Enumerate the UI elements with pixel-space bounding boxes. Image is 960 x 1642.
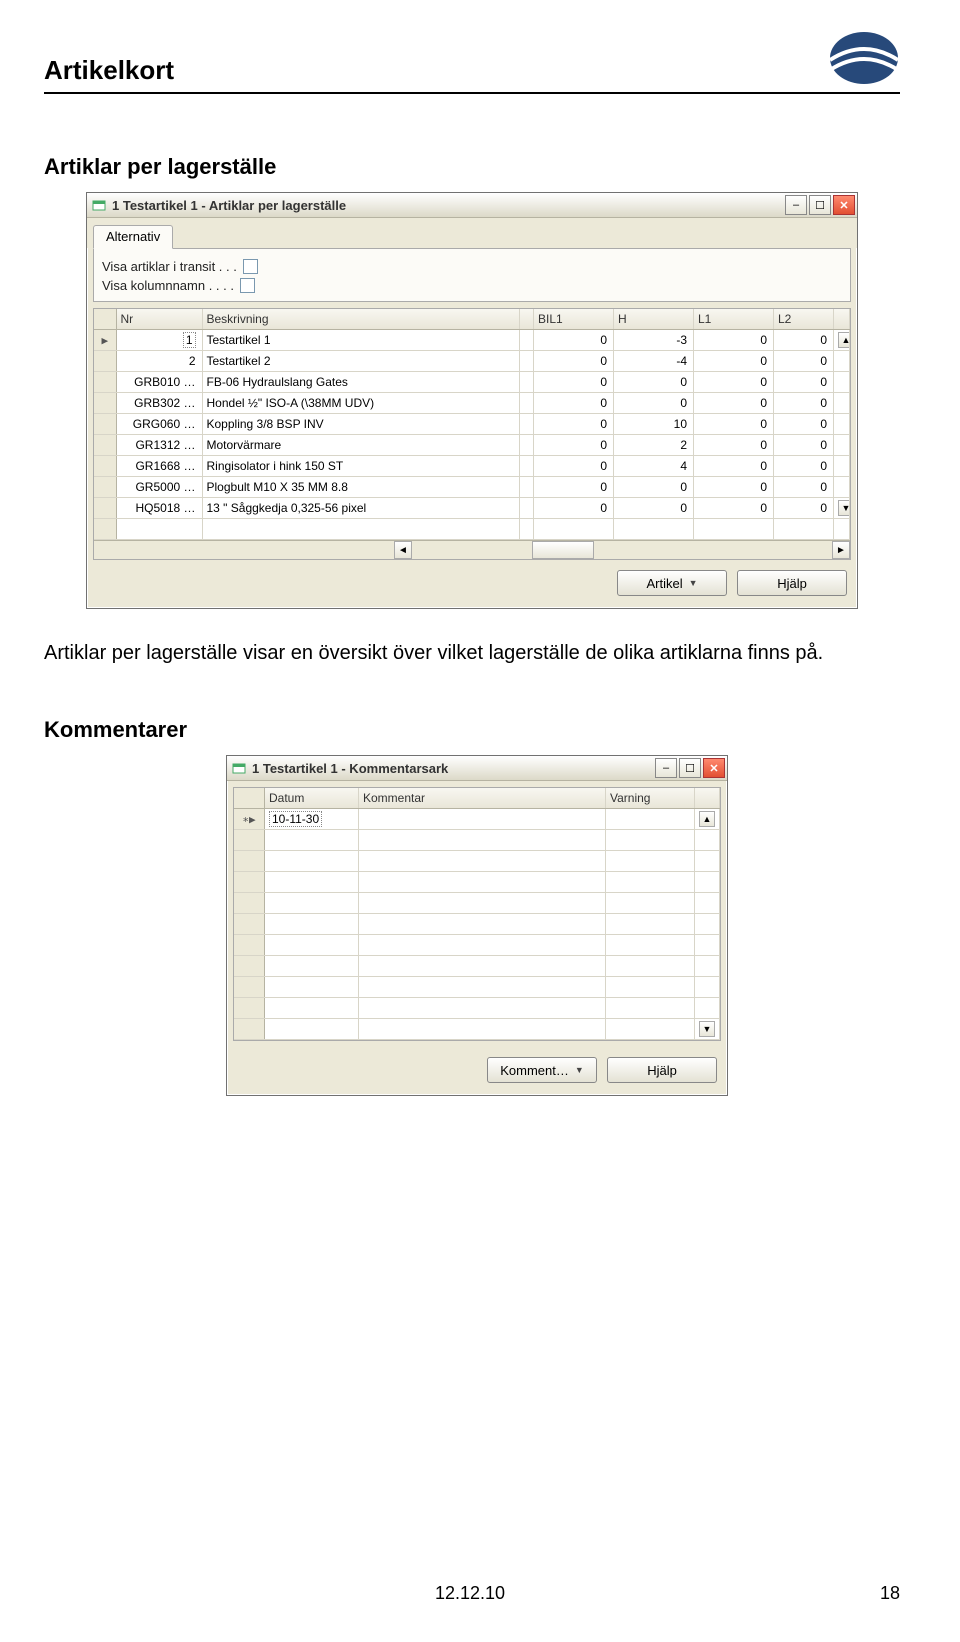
table-row[interactable]: HQ5018 …13 " Såggkedja 0,325-56 pixel000… bbox=[94, 498, 850, 519]
col-beskrivning[interactable]: Beskrivning bbox=[202, 309, 520, 330]
close-button[interactable]: ✕ bbox=[703, 758, 725, 778]
scroll-up-icon[interactable]: ▲ bbox=[699, 811, 715, 827]
scroll-down-icon[interactable]: ▼ bbox=[838, 500, 850, 516]
window-kommentarer: 1 Testartikel 1 - Kommentarsark – ☐ ✕ Da… bbox=[226, 755, 728, 1096]
table-row[interactable]: GRB010 …FB-06 Hydraulslang Gates0000 bbox=[94, 372, 850, 393]
col-datum[interactable]: Datum bbox=[265, 788, 359, 809]
close-button[interactable]: ✕ bbox=[833, 195, 855, 215]
table-row[interactable] bbox=[234, 935, 720, 956]
check-label-kolumnnamn: Visa kolumnnamn . . . . bbox=[102, 278, 234, 293]
table-row[interactable]: 2Testartikel 20-400 bbox=[94, 351, 850, 372]
col-l1[interactable]: L1 bbox=[694, 309, 774, 330]
col-h[interactable]: H bbox=[614, 309, 694, 330]
minimize-button[interactable]: – bbox=[655, 758, 677, 778]
titlebar[interactable]: 1 Testartikel 1 - Kommentarsark – ☐ ✕ bbox=[227, 756, 727, 781]
table-row[interactable] bbox=[234, 956, 720, 977]
titlebar[interactable]: 1 Testartikel 1 - Artiklar per lagerstäl… bbox=[87, 193, 857, 218]
scroll-down-icon[interactable]: ▼ bbox=[699, 1021, 715, 1037]
table-row[interactable] bbox=[234, 914, 720, 935]
table-row[interactable] bbox=[234, 998, 720, 1019]
artiklar-grid[interactable]: Nr Beskrivning BIL1 H L1 L2 ▶1Testartike… bbox=[93, 308, 851, 560]
table-row[interactable]: ▶1Testartikel 10-300▲ bbox=[94, 330, 850, 351]
scroll-up-icon[interactable]: ▲ bbox=[838, 332, 850, 348]
kommentar-grid[interactable]: Datum Kommentar Varning ∗▶10-11-30▲ ▼ bbox=[233, 787, 721, 1041]
table-row[interactable]: GR1312 …Motorvärmare0200 bbox=[94, 435, 850, 456]
body-paragraph: Artiklar per lagerställe visar en översi… bbox=[44, 639, 900, 667]
checkbox-visa-artiklar-transit[interactable] bbox=[243, 259, 258, 274]
footer-date: 12.12.10 bbox=[435, 1583, 505, 1604]
col-kommentar[interactable]: Kommentar bbox=[359, 788, 606, 809]
check-label-transit: Visa artiklar i transit . . . bbox=[102, 259, 237, 274]
table-row[interactable]: ▼ bbox=[234, 1019, 720, 1040]
col-l2[interactable]: L2 bbox=[774, 309, 834, 330]
window-title: 1 Testartikel 1 - Artiklar per lagerstäl… bbox=[112, 198, 785, 213]
hjalp-button[interactable]: Hjälp bbox=[607, 1057, 717, 1083]
horizontal-scrollbar[interactable]: ◄ ► bbox=[94, 540, 850, 559]
maximize-button[interactable]: ☐ bbox=[809, 195, 831, 215]
checkbox-visa-kolumnnamn[interactable] bbox=[240, 278, 255, 293]
hjalp-button[interactable]: Hjälp bbox=[737, 570, 847, 596]
table-row[interactable]: GR5000 …Plogbult M10 X 35 MM 8.80000 bbox=[94, 477, 850, 498]
tab-alternativ[interactable]: Alternativ bbox=[93, 225, 173, 249]
page-title: Artikelkort bbox=[44, 55, 174, 86]
komment-button[interactable]: Komment…▼ bbox=[487, 1057, 597, 1083]
scroll-left-icon[interactable]: ◄ bbox=[394, 541, 412, 559]
minimize-button[interactable]: – bbox=[785, 195, 807, 215]
window-artiklar-per-lagerstalle: 1 Testartikel 1 - Artiklar per lagerstäl… bbox=[86, 192, 858, 609]
table-row[interactable] bbox=[234, 830, 720, 851]
chevron-down-icon: ▼ bbox=[575, 1065, 584, 1075]
section-heading-2: Kommentarer bbox=[44, 717, 900, 743]
col-varning[interactable]: Varning bbox=[606, 788, 695, 809]
section-heading-1: Artiklar per lagerställe bbox=[44, 154, 900, 180]
brand-logo bbox=[828, 30, 900, 86]
maximize-button[interactable]: ☐ bbox=[679, 758, 701, 778]
scroll-right-icon[interactable]: ► bbox=[832, 541, 850, 559]
window-title: 1 Testartikel 1 - Kommentarsark bbox=[252, 761, 655, 776]
window-icon bbox=[231, 760, 247, 776]
artikel-button[interactable]: Artikel▼ bbox=[617, 570, 727, 596]
col-nr[interactable]: Nr bbox=[116, 309, 202, 330]
col-bil1[interactable]: BIL1 bbox=[534, 309, 614, 330]
table-row[interactable] bbox=[234, 893, 720, 914]
table-row[interactable]: GRB302 …Hondel ½" ISO-A (\38MM UDV)0000 bbox=[94, 393, 850, 414]
table-row[interactable] bbox=[234, 851, 720, 872]
window-icon bbox=[91, 197, 107, 213]
table-row[interactable]: ∗▶10-11-30▲ bbox=[234, 809, 720, 830]
table-row[interactable]: GRG060 …Koppling 3/8 BSP INV01000 bbox=[94, 414, 850, 435]
chevron-down-icon: ▼ bbox=[689, 578, 698, 588]
footer-page-number: 18 bbox=[880, 1583, 900, 1604]
table-row[interactable] bbox=[234, 872, 720, 893]
table-row[interactable]: GR1668 …Ringisolator i hink 150 ST0400 bbox=[94, 456, 850, 477]
table-row[interactable] bbox=[234, 977, 720, 998]
